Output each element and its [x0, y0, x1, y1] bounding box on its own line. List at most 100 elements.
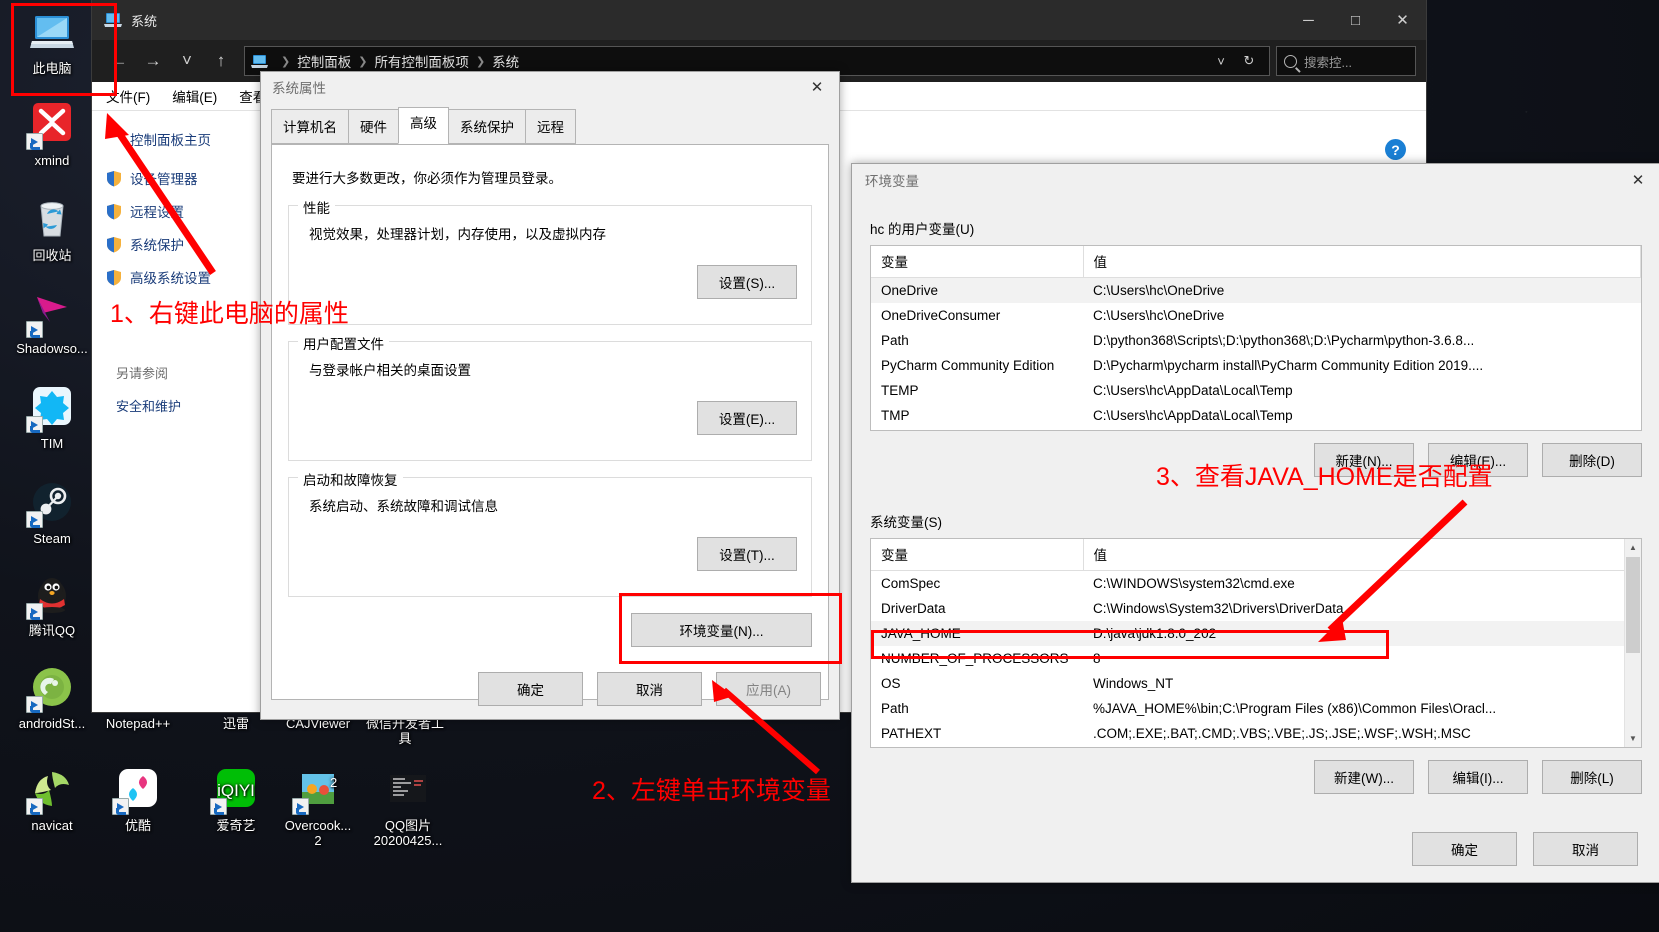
table-row[interactable]: PATHEXT .COM;.EXE;.BAT;.CMD;.VBS;.VBE;.J… — [871, 721, 1641, 746]
ok-button[interactable]: 确定 — [1412, 832, 1517, 866]
environment-variables-dialog[interactable]: 环境变量 ✕ hc 的用户变量(U) 变量 值 OneDrive C:\User… — [851, 163, 1659, 883]
desktop-icon-navicat[interactable]: navicat — [6, 765, 98, 833]
cell-variable: PROCESSOR_ARCHITECTURE — [871, 746, 1083, 747]
ok-button[interactable]: 确定 — [478, 672, 583, 706]
performance-description: 视觉效果，处理器计划，内存使用，以及虚拟内存 — [309, 227, 606, 242]
table-row[interactable]: DriverData C:\Windows\System32\Drivers\D… — [871, 596, 1641, 621]
window-controls[interactable]: ─ □ ✕ — [1285, 0, 1426, 40]
tim-icon — [26, 383, 76, 433]
system-variables-scrollbar[interactable]: ▲ ▼ — [1624, 539, 1641, 747]
column-header-variable[interactable]: 变量 — [871, 246, 1084, 278]
desktop-icon-shadowsocks[interactable]: Shadowso... — [6, 288, 98, 356]
minimize-button[interactable]: ─ — [1285, 0, 1332, 40]
scrollbar-thumb[interactable] — [1626, 557, 1640, 653]
desktop-icon-label: TIM — [40, 436, 64, 451]
desktop-icon-youku[interactable]: 优酷 — [92, 765, 184, 833]
cell-variable: OneDriveConsumer — [881, 308, 1001, 323]
help-icon[interactable]: ? — [1385, 139, 1406, 160]
search-icon — [1284, 54, 1297, 68]
user-variables-table-wrap[interactable]: 变量 值 OneDrive C:\Users\hc\OneDrive OneDr… — [870, 245, 1642, 431]
desktop-icon-qq[interactable]: 腾讯QQ — [6, 570, 98, 638]
cell-value: D:\python368\Scripts\;D:\python368\;D:\P… — [1093, 333, 1475, 348]
table-header-row: 变量 值 — [871, 539, 1641, 571]
explorer-titlebar[interactable]: 系统 ─ □ ✕ — [92, 0, 1426, 40]
performance-legend: 性能 — [298, 197, 335, 217]
cancel-button[interactable]: 取消 — [597, 672, 702, 706]
desktop-icon-label: 优酷 — [124, 818, 151, 833]
table-row[interactable]: OneDriveConsumer C:\Users\hc\OneDrive — [871, 303, 1641, 328]
shortcut-badge-icon — [26, 798, 43, 815]
startup-recovery-settings-button[interactable]: 设置(T)... — [697, 537, 797, 571]
system-new-button[interactable]: 新建(W)... — [1314, 760, 1414, 794]
desktop-icon-qq-image[interactable]: QQ图片 20200425... — [358, 765, 458, 848]
search-placeholder: 搜索控... — [1304, 55, 1352, 70]
tab-computer-name[interactable]: 计算机名 — [271, 109, 349, 144]
desktop-icon-tim[interactable]: TIM — [6, 383, 98, 451]
user-delete-button[interactable]: 删除(D) — [1542, 443, 1642, 477]
qq-penguin-icon — [26, 570, 76, 620]
recent-locations-button[interactable]: ˅ — [170, 46, 204, 76]
user-variables-table[interactable]: 变量 值 OneDrive C:\Users\hc\OneDrive OneDr… — [871, 246, 1641, 428]
system-delete-button[interactable]: 删除(L) — [1542, 760, 1642, 794]
cell-variable: TEMP — [881, 383, 919, 398]
cancel-button[interactable]: 取消 — [1533, 832, 1638, 866]
tab-hardware[interactable]: 硬件 — [348, 109, 399, 144]
shortcut-badge-icon — [26, 416, 43, 433]
system-edit-button[interactable]: 编辑(I)... — [1428, 760, 1528, 794]
table-row[interactable]: OneDrive C:\Users\hc\OneDrive — [871, 277, 1641, 303]
desktop-icon-steam[interactable]: Steam — [6, 478, 98, 546]
close-icon[interactable]: ✕ — [795, 72, 839, 102]
desktop-icon-label: Notepad++ — [105, 716, 171, 731]
user-profiles-settings-button[interactable]: 设置(E)... — [697, 401, 797, 435]
desktop-icon-label: 微信开发者工 具 — [365, 716, 444, 746]
cell-variable: Path — [881, 701, 909, 716]
tab-system-protection[interactable]: 系统保护 — [448, 109, 526, 144]
table-row[interactable]: PROCESSOR_ARCHITECTURE AMD64 — [871, 746, 1641, 747]
column-header-variable[interactable]: 变量 — [871, 539, 1084, 571]
up-button[interactable]: ↑ — [204, 46, 238, 76]
cell-variable: PyCharm Community Edition — [881, 358, 1055, 373]
shortcut-badge-icon — [26, 511, 43, 528]
desktop-icon-overcooked2[interactable]: 2 Overcook... 2 — [272, 765, 364, 848]
shortcut-badge-icon — [26, 133, 43, 150]
scroll-down-icon[interactable]: ▼ — [1625, 730, 1641, 747]
admin-note: 要进行大多数更改，你必须作为管理员登录。 — [292, 171, 562, 186]
cell-value: C:\Users\hc\AppData\Local\Temp — [1093, 408, 1293, 423]
table-row[interactable]: Path %JAVA_HOME%\bin;C:\Program Files (x… — [871, 696, 1641, 721]
table-row[interactable]: ComSpec C:\WINDOWS\system32\cmd.exe — [871, 571, 1641, 597]
table-row[interactable]: OS Windows_NT — [871, 671, 1641, 696]
tab-advanced[interactable]: 高级 — [398, 107, 449, 144]
breadcrumb-dropdown-icon[interactable]: ˅ — [1207, 54, 1235, 69]
cell-variable: OneDrive — [871, 277, 1083, 303]
scroll-up-icon[interactable]: ▲ — [1625, 539, 1641, 556]
see-also-security-maintenance-link[interactable]: 安全和维护 — [116, 396, 265, 415]
shortcut-badge-icon — [210, 798, 227, 815]
desktop-icon-iqiyi[interactable]: iQIYI 爱奇艺 — [190, 765, 282, 833]
performance-settings-button[interactable]: 设置(S)... — [697, 265, 797, 299]
breadcrumb-item-2[interactable]: 系统 — [492, 51, 519, 71]
cell-value: Windows_NT — [1093, 676, 1174, 691]
close-icon[interactable]: ✕ — [1616, 164, 1659, 196]
column-header-value[interactable]: 值 — [1083, 246, 1641, 278]
annotation-step-1: 1、右键此电脑的属性 — [110, 300, 349, 328]
table-row[interactable]: PyCharm Community Edition D:\Pycharm\pyc… — [871, 353, 1641, 378]
close-button[interactable]: ✕ — [1379, 0, 1426, 40]
system-properties-tabs[interactable]: 计算机名 硬件 高级 系统保护 远程 — [271, 107, 839, 144]
breadcrumb-item-1[interactable]: 所有控制面板项 — [374, 51, 469, 71]
table-row[interactable]: TEMP C:\Users\hc\AppData\Local\Temp — [871, 378, 1641, 403]
desktop-icon-label: 爱奇艺 — [216, 818, 256, 833]
table-row[interactable]: TMP C:\Users\hc\AppData\Local\Temp — [871, 403, 1641, 428]
system-properties-titlebar[interactable]: 系统属性 ✕ — [261, 72, 839, 102]
qq-image-thumbnail-icon — [384, 765, 432, 813]
forward-button[interactable]: → — [136, 46, 170, 76]
breadcrumb-item-0[interactable]: 控制面板 — [297, 51, 351, 71]
refresh-icon[interactable]: ↻ — [1235, 53, 1263, 69]
explorer-title: 系统 — [131, 13, 158, 29]
search-input[interactable]: 搜索控... — [1276, 46, 1416, 76]
maximize-button[interactable]: □ — [1332, 0, 1379, 40]
tab-remote[interactable]: 远程 — [525, 109, 576, 144]
annotation-arrow-java-home — [1318, 499, 1468, 642]
table-row[interactable]: Path D:\python368\Scripts\;D:\python368\… — [871, 328, 1641, 353]
environment-variables-titlebar[interactable]: 环境变量 ✕ — [852, 164, 1659, 196]
desktop-icon-android-studio[interactable]: androidSt... — [6, 663, 98, 731]
